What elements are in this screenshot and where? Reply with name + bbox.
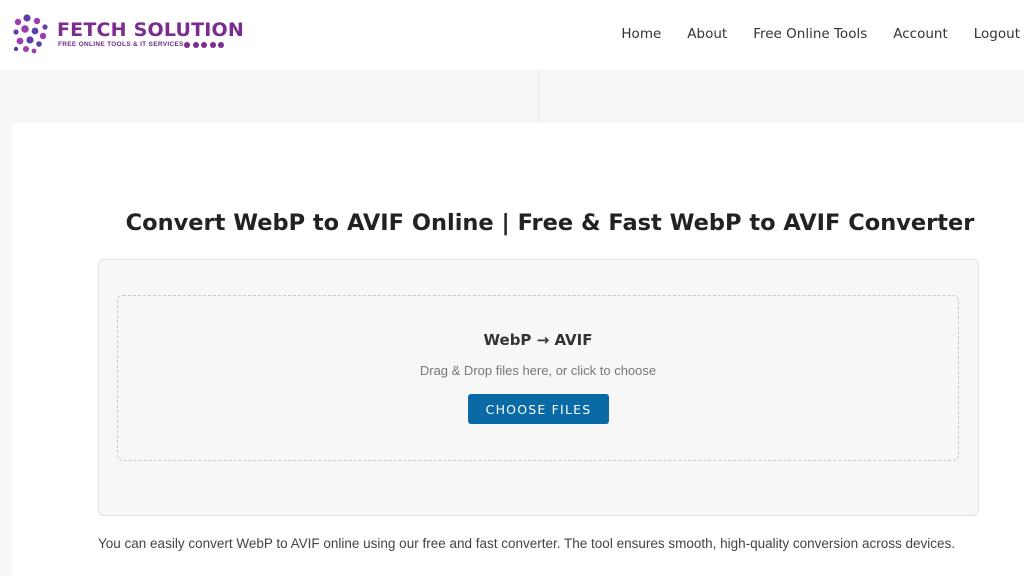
nav-account-link[interactable]: Account bbox=[893, 26, 948, 44]
logo-decoration-dots bbox=[184, 42, 232, 48]
logo-name: FETCH SOLUTION bbox=[57, 19, 244, 41]
section-divider bbox=[538, 70, 539, 123]
nav-about-link[interactable]: About bbox=[687, 26, 727, 44]
page-title: Convert WebP to AVIF Online | Free & Fas… bbox=[125, 210, 975, 236]
site-logo[interactable]: FETCH SOLUTION FREE ONLINE TOOLS & IT SE… bbox=[12, 14, 244, 56]
tool-description: You can easily convert WebP to AVIF onli… bbox=[98, 536, 955, 551]
main-nav: Home About Free Online Tools Account Log… bbox=[595, 26, 1020, 44]
converter-panel: WebP → AVIF Drag & Drop files here, or c… bbox=[98, 259, 979, 516]
logo-dots-icon bbox=[13, 14, 48, 54]
nav-home-link[interactable]: Home bbox=[621, 26, 661, 44]
logo-tagline: FREE ONLINE TOOLS & IT SERVICES bbox=[58, 41, 184, 48]
file-drop-zone[interactable]: WebP → AVIF Drag & Drop files here, or c… bbox=[117, 295, 959, 461]
site-header: FETCH SOLUTION FREE ONLINE TOOLS & IT SE… bbox=[0, 0, 1024, 70]
converter-heading: WebP → AVIF bbox=[483, 331, 593, 349]
nav-free-online-tools-link[interactable]: Free Online Tools bbox=[753, 26, 867, 44]
nav-logout-link[interactable]: Logout bbox=[974, 26, 1020, 44]
main-content-card: Convert WebP to AVIF Online | Free & Fas… bbox=[12, 123, 1024, 576]
drop-hint-text: Drag & Drop files here, or click to choo… bbox=[419, 363, 657, 378]
choose-files-button[interactable]: CHOOSE FILES bbox=[468, 394, 609, 424]
